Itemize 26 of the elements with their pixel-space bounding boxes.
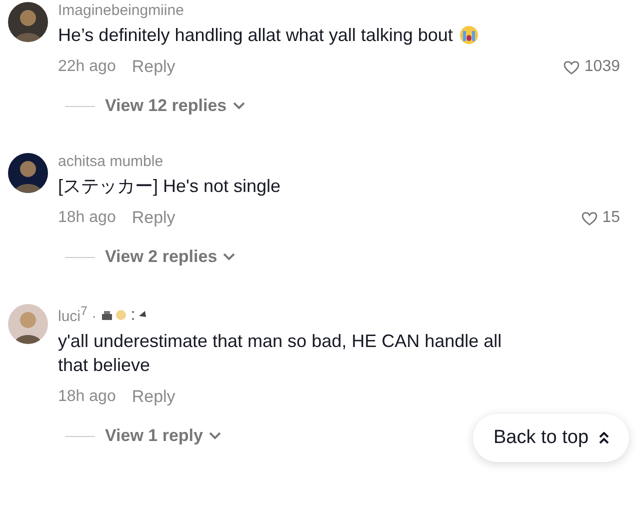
heart-icon[interactable] xyxy=(563,60,580,74)
chevron-down-icon xyxy=(232,102,245,110)
emoji-icon xyxy=(100,308,149,322)
chevron-down-icon xyxy=(223,253,236,261)
chevron-down-icon xyxy=(208,432,221,440)
username[interactable]: luci$^{7}$ · xyxy=(58,304,97,325)
timestamp: 22h ago xyxy=(58,58,116,76)
back-to-top-button[interactable]: Back to top xyxy=(473,414,629,462)
comment-text: y'all underestimate that man so bad, HE CAN handle all that believe xyxy=(58,330,503,377)
chevrons-up-icon xyxy=(598,432,609,444)
username[interactable]: Imaginebeingmiine xyxy=(58,2,184,19)
username[interactable]: achitsa mumble xyxy=(58,153,164,170)
heart-icon[interactable] xyxy=(581,210,598,226)
comment-text: He’s definitely handling allat what yall talking bout xyxy=(58,24,453,47)
view-replies-button[interactable]: View 2 replies xyxy=(105,247,236,267)
emoji-icon xyxy=(458,25,479,45)
view-replies-button[interactable]: View 1 reply xyxy=(105,426,221,446)
like-count: 1039 xyxy=(584,58,620,76)
view-replies-button[interactable]: View 12 replies xyxy=(105,96,245,116)
reply-button[interactable]: Reply xyxy=(132,208,176,228)
comment-text: [ステッカー] He's not single xyxy=(58,175,281,198)
like-count: 15 xyxy=(602,209,620,227)
reply-button[interactable]: Reply xyxy=(132,387,176,407)
timestamp: 18h ago xyxy=(58,209,116,227)
timestamp: 18h ago xyxy=(58,388,116,406)
reply-button[interactable]: Reply xyxy=(132,57,176,77)
